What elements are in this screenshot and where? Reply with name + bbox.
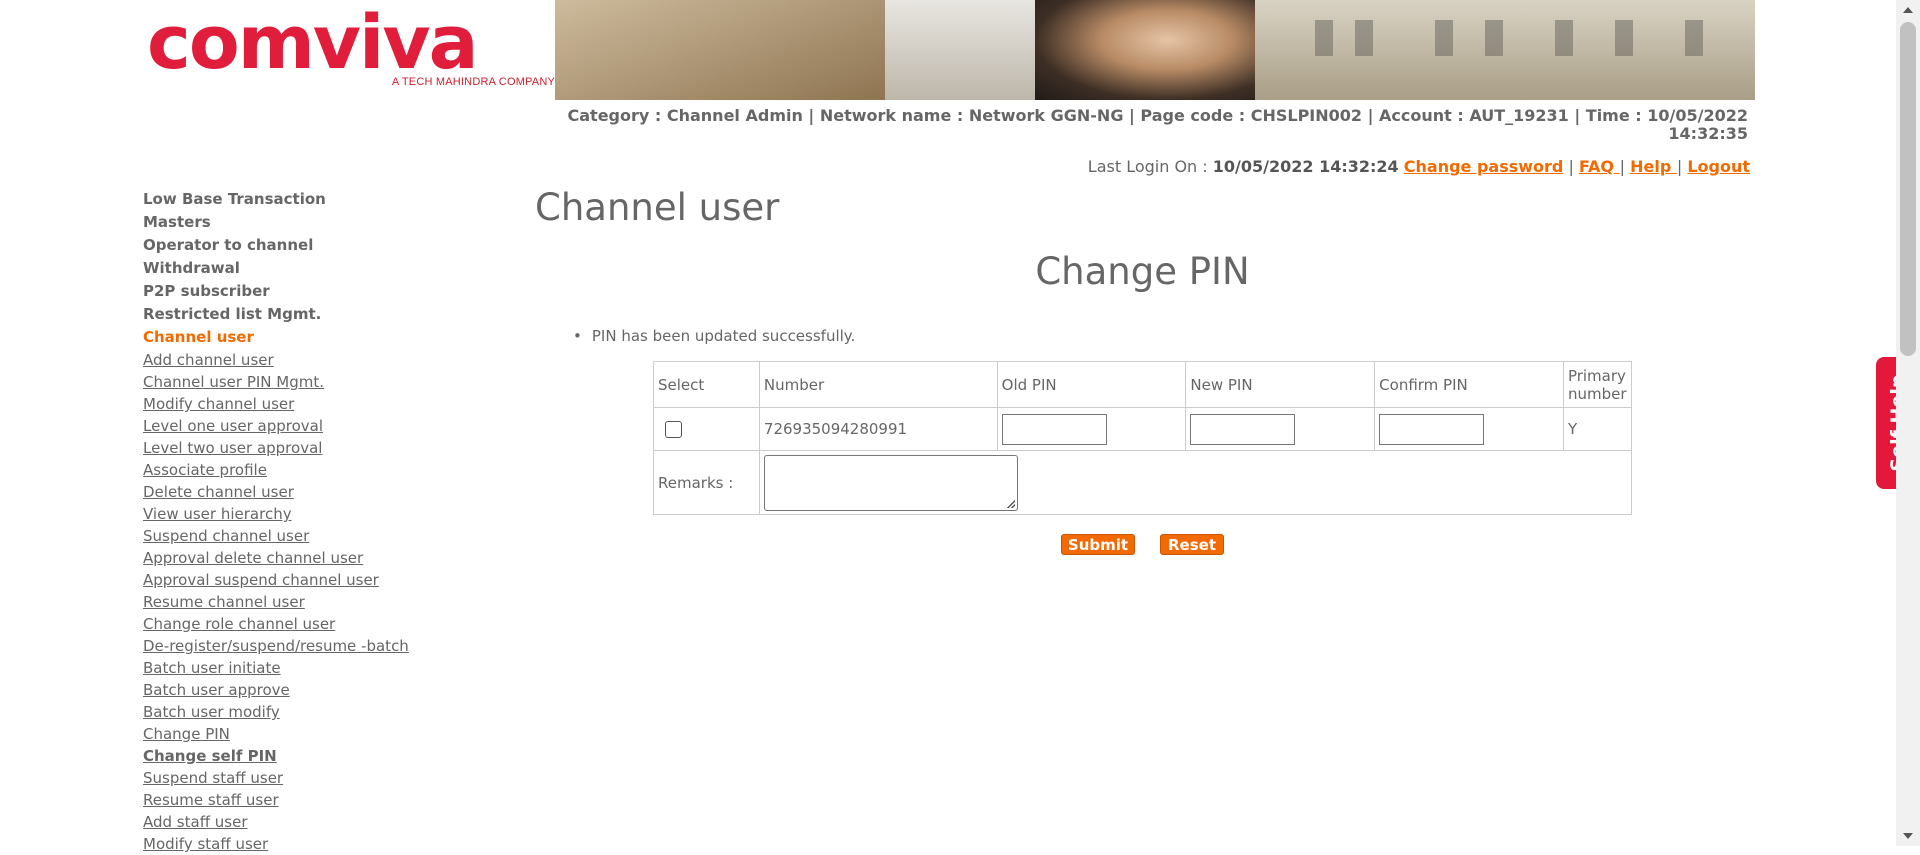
help-link[interactable]: Help	[1630, 157, 1677, 176]
sidebar-item-channel-user-pin-mgmt[interactable]: Channel user PIN Mgmt.	[143, 371, 503, 393]
sidebar-nav: Low Base Transaction Masters Operator to…	[143, 188, 503, 855]
scroll-down-arrow-icon[interactable]	[1903, 833, 1913, 839]
confirm-pin-cell	[1374, 407, 1564, 451]
number-cell: 726935094280991	[758, 407, 998, 451]
sidebar-item-level-one-approval[interactable]: Level one user approval	[143, 415, 503, 437]
select-cell	[653, 407, 760, 451]
sidebar-item-batch-user-initiate[interactable]: Batch user initiate	[143, 657, 503, 679]
sidebar-category-withdrawal[interactable]: Withdrawal	[143, 257, 503, 280]
scrollbar-thumb[interactable]	[1900, 22, 1916, 356]
sidebar-item-add-channel-user[interactable]: Add channel user	[143, 349, 503, 371]
column-header-old-pin: Old PIN	[996, 361, 1187, 408]
login-bar: Last Login On : 10/05/2022 14:32:24 Chan…	[1088, 157, 1750, 176]
remarks-textarea[interactable]	[763, 454, 1018, 511]
comviva-logo: comviva A TECH MAHINDRA COMPANY	[143, 0, 555, 100]
sidebar-item-change-pin[interactable]: Change PIN	[143, 723, 503, 745]
separator: |	[1676, 157, 1683, 176]
sidebar-item-change-self-pin[interactable]: Change self PIN	[143, 745, 503, 767]
logout-link[interactable]: Logout	[1687, 157, 1750, 176]
old-pin-input[interactable]	[1001, 413, 1107, 445]
sidebar-item-level-two-approval[interactable]: Level two user approval	[143, 437, 503, 459]
last-login-value: 10/05/2022 14:32:24	[1212, 157, 1399, 176]
column-header-number: Number	[758, 361, 998, 408]
remarks-cell	[758, 450, 1633, 515]
confirm-pin-input[interactable]	[1379, 413, 1485, 445]
faq-link[interactable]: FAQ	[1579, 157, 1620, 176]
column-header-primary-number: Primary number	[1562, 361, 1633, 408]
sidebar-item-add-staff-user[interactable]: Add staff user	[143, 811, 503, 833]
sidebar-category-p2p-subscriber[interactable]: P2P subscriber	[143, 280, 503, 303]
new-pin-cell	[1185, 407, 1376, 451]
last-login-label: Last Login On :	[1087, 157, 1208, 176]
success-message: PIN has been updated successfully.	[573, 327, 855, 345]
sidebar-item-view-user-hierarchy[interactable]: View user hierarchy	[143, 503, 503, 525]
page-title: Channel user	[535, 186, 780, 229]
change-pin-table: Select Number Old PIN New PIN Confirm PI…	[653, 361, 1633, 515]
sidebar-item-batch-user-modify[interactable]: Batch user modify	[143, 701, 503, 723]
separator: |	[1568, 157, 1574, 176]
sidebar-category-masters[interactable]: Masters	[143, 211, 503, 234]
sidebar-category-low-base[interactable]: Low Base Transaction	[143, 188, 503, 211]
sidebar-item-resume-staff-user[interactable]: Resume staff user	[143, 789, 503, 811]
sidebar-item-batch-user-approve[interactable]: Batch user approve	[143, 679, 503, 701]
new-pin-input[interactable]	[1190, 413, 1296, 445]
column-header-select: Select	[653, 361, 760, 408]
scroll-up-arrow-icon[interactable]	[1903, 7, 1913, 13]
reset-button[interactable]: Reset	[1160, 534, 1224, 555]
sidebar-item-deregister-batch[interactable]: De-register/suspend/resume -batch	[143, 635, 503, 657]
change-password-link[interactable]: Change password	[1404, 157, 1564, 176]
session-info: Category : Channel Admin | Network name …	[567, 106, 1748, 143]
table-row: 726935094280991 Y	[653, 407, 1633, 451]
sidebar-item-change-role[interactable]: Change role channel user	[143, 613, 503, 635]
sidebar-item-modify-staff-user[interactable]: Modify staff user	[143, 833, 503, 855]
column-header-new-pin: New PIN	[1185, 361, 1376, 408]
sidebar-item-modify-channel-user[interactable]: Modify channel user	[143, 393, 503, 415]
sidebar-item-delete-channel-user[interactable]: Delete channel user	[143, 481, 503, 503]
column-header-confirm-pin: Confirm PIN	[1374, 361, 1564, 408]
page-scrollbar[interactable]	[1896, 0, 1920, 846]
remarks-label: Remarks :	[653, 450, 760, 515]
submit-button[interactable]: Submit	[1061, 534, 1135, 555]
sidebar-item-associate-profile[interactable]: Associate profile	[143, 459, 503, 481]
sidebar-category-channel-user[interactable]: Channel user	[143, 326, 503, 349]
sidebar-item-suspend-channel-user[interactable]: Suspend channel user	[143, 525, 503, 547]
header-banner-image	[555, 0, 1755, 100]
sidebar-item-suspend-staff-user[interactable]: Suspend staff user	[143, 767, 503, 789]
sidebar-item-approval-suspend[interactable]: Approval suspend channel user	[143, 569, 503, 591]
select-checkbox[interactable]	[665, 421, 682, 438]
sidebar-item-resume-channel-user[interactable]: Resume channel user	[143, 591, 503, 613]
sidebar-item-approval-delete[interactable]: Approval delete channel user	[143, 547, 503, 569]
separator: |	[1619, 157, 1625, 176]
old-pin-cell	[996, 407, 1187, 451]
section-title: Change PIN	[1035, 250, 1250, 293]
sidebar-category-operator-to-channel[interactable]: Operator to channel	[143, 234, 503, 257]
primary-number-cell: Y	[1562, 407, 1633, 451]
logo-wordmark: comviva	[147, 0, 479, 86]
sidebar-category-restricted-list[interactable]: Restricted list Mgmt.	[143, 303, 503, 326]
remarks-row: Remarks :	[653, 450, 1633, 515]
logo-tagline: A TECH MAHINDRA COMPANY	[391, 76, 555, 88]
